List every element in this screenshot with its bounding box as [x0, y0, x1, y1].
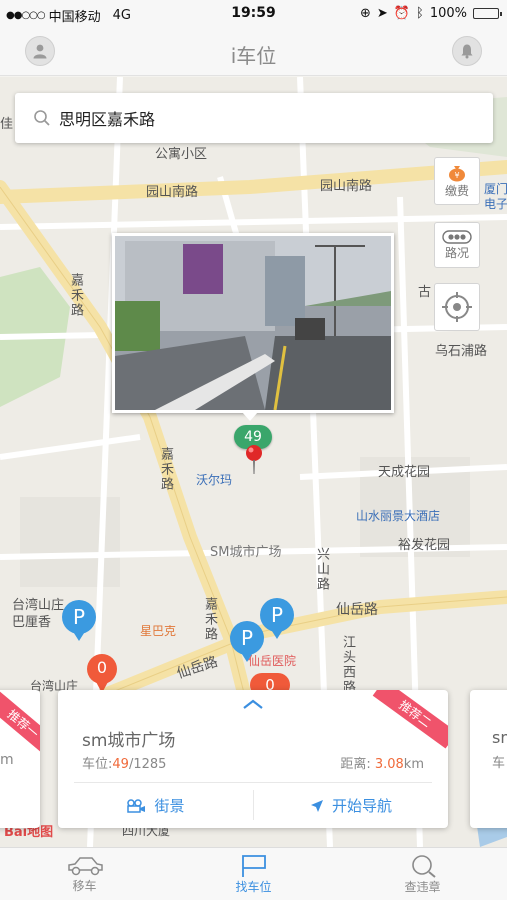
map-label: 天成花园	[378, 465, 431, 480]
recommend-ribbon: 推荐一	[0, 690, 40, 761]
crosshair-icon	[442, 292, 472, 322]
map-label: 嘉禾路	[68, 273, 83, 318]
notifications-button[interactable]	[452, 36, 482, 66]
map-label: 乌石浦路	[435, 344, 488, 359]
previous-lot-card[interactable]: 推荐一 m	[0, 690, 40, 828]
locate-button[interactable]	[434, 283, 480, 331]
tab-find-parking[interactable]: 找车位	[169, 848, 338, 900]
map-label: 江头西路	[340, 635, 355, 695]
traffic-icon	[442, 229, 472, 244]
map-label: 公寓小区	[155, 147, 208, 162]
map-label: 巴厘香	[12, 615, 52, 630]
map-label: 山水丽景大酒店	[356, 509, 441, 523]
street-view-button[interactable]: 街景	[58, 783, 253, 828]
parking-flag-icon	[241, 854, 266, 877]
tab-bar: 移车 找车位 查违章	[0, 847, 507, 900]
photo-pointer	[242, 412, 258, 421]
map-label: 佳	[0, 117, 14, 132]
search-icon	[34, 110, 50, 126]
next-lot-card[interactable]: sm 车	[470, 690, 507, 828]
lot-name: sm城市广场	[82, 731, 176, 751]
distance-info: 距离: 3.08km	[340, 757, 424, 772]
chevron-up-icon[interactable]	[241, 698, 265, 710]
search-input[interactable]: 思明区嘉禾路	[59, 106, 155, 130]
search-bar[interactable]: 思明区嘉禾路	[15, 93, 493, 143]
spots-total: /1285	[128, 757, 167, 772]
traffic-button[interactable]: 路况	[434, 222, 480, 268]
spots-free: 49	[112, 757, 129, 772]
nav-bar: i车位	[0, 28, 507, 76]
street-photo-image	[115, 236, 391, 411]
map-label: 嘉禾路	[158, 447, 173, 492]
magnifier-icon	[411, 854, 436, 878]
map-label: 园山南路	[146, 185, 199, 200]
street-photo[interactable]	[112, 233, 394, 413]
map-label: 星巴克	[140, 624, 177, 638]
bell-icon	[461, 44, 473, 59]
spots-info: 车位:49/1285	[82, 757, 167, 772]
map-label: 仙岳路	[336, 602, 378, 618]
map-label: 裕发花园	[398, 538, 451, 553]
parking-marker[interactable]: P	[60, 599, 98, 641]
money-bag-icon: ¥	[449, 165, 465, 181]
map-label: 古	[418, 285, 432, 300]
location-pin-icon[interactable]	[243, 443, 265, 475]
alarm-icon: ⏰	[393, 6, 411, 21]
battery-percent: 100%	[429, 6, 467, 21]
tab-violations[interactable]: 查违章	[338, 848, 507, 900]
svg-text:¥: ¥	[454, 171, 459, 180]
navigation-arrow-icon	[310, 799, 323, 812]
recommend-ribbon: 推荐二	[372, 690, 448, 749]
map-label: SM城市广场	[210, 545, 282, 560]
start-navigation-button[interactable]: 开始导航	[254, 783, 448, 828]
tab-move-car[interactable]: 移车	[0, 848, 169, 900]
map-label: 嘉禾路	[202, 597, 217, 642]
map-label: 电子	[484, 197, 507, 211]
map-label: 园山南路	[320, 179, 373, 194]
parking-lot-card[interactable]: 推荐二 sm城市广场 车位:49/1285 距离: 3.08km 街景 开始导航	[58, 690, 448, 828]
camera-icon	[127, 798, 146, 813]
bluetooth-icon: ᛒ	[416, 6, 424, 21]
location-arrow-icon: ➤	[376, 6, 388, 21]
battery-icon	[473, 8, 502, 19]
pay-fee-button[interactable]: ¥ 缴费	[434, 157, 480, 205]
page-title: i车位	[230, 44, 277, 68]
car-icon	[67, 856, 103, 875]
distance-value: 3.08	[374, 757, 404, 772]
map-label: 沃尔玛	[196, 473, 233, 487]
map-label: 兴山路	[314, 547, 329, 592]
parking-marker[interactable]: P	[228, 620, 266, 662]
status-bar: ●●○○○ 中国移动 4G 19:59 ⊕ ➤ ⏰ ᛒ 100%	[0, 0, 507, 28]
rotation-lock-icon: ⊕	[360, 6, 371, 21]
